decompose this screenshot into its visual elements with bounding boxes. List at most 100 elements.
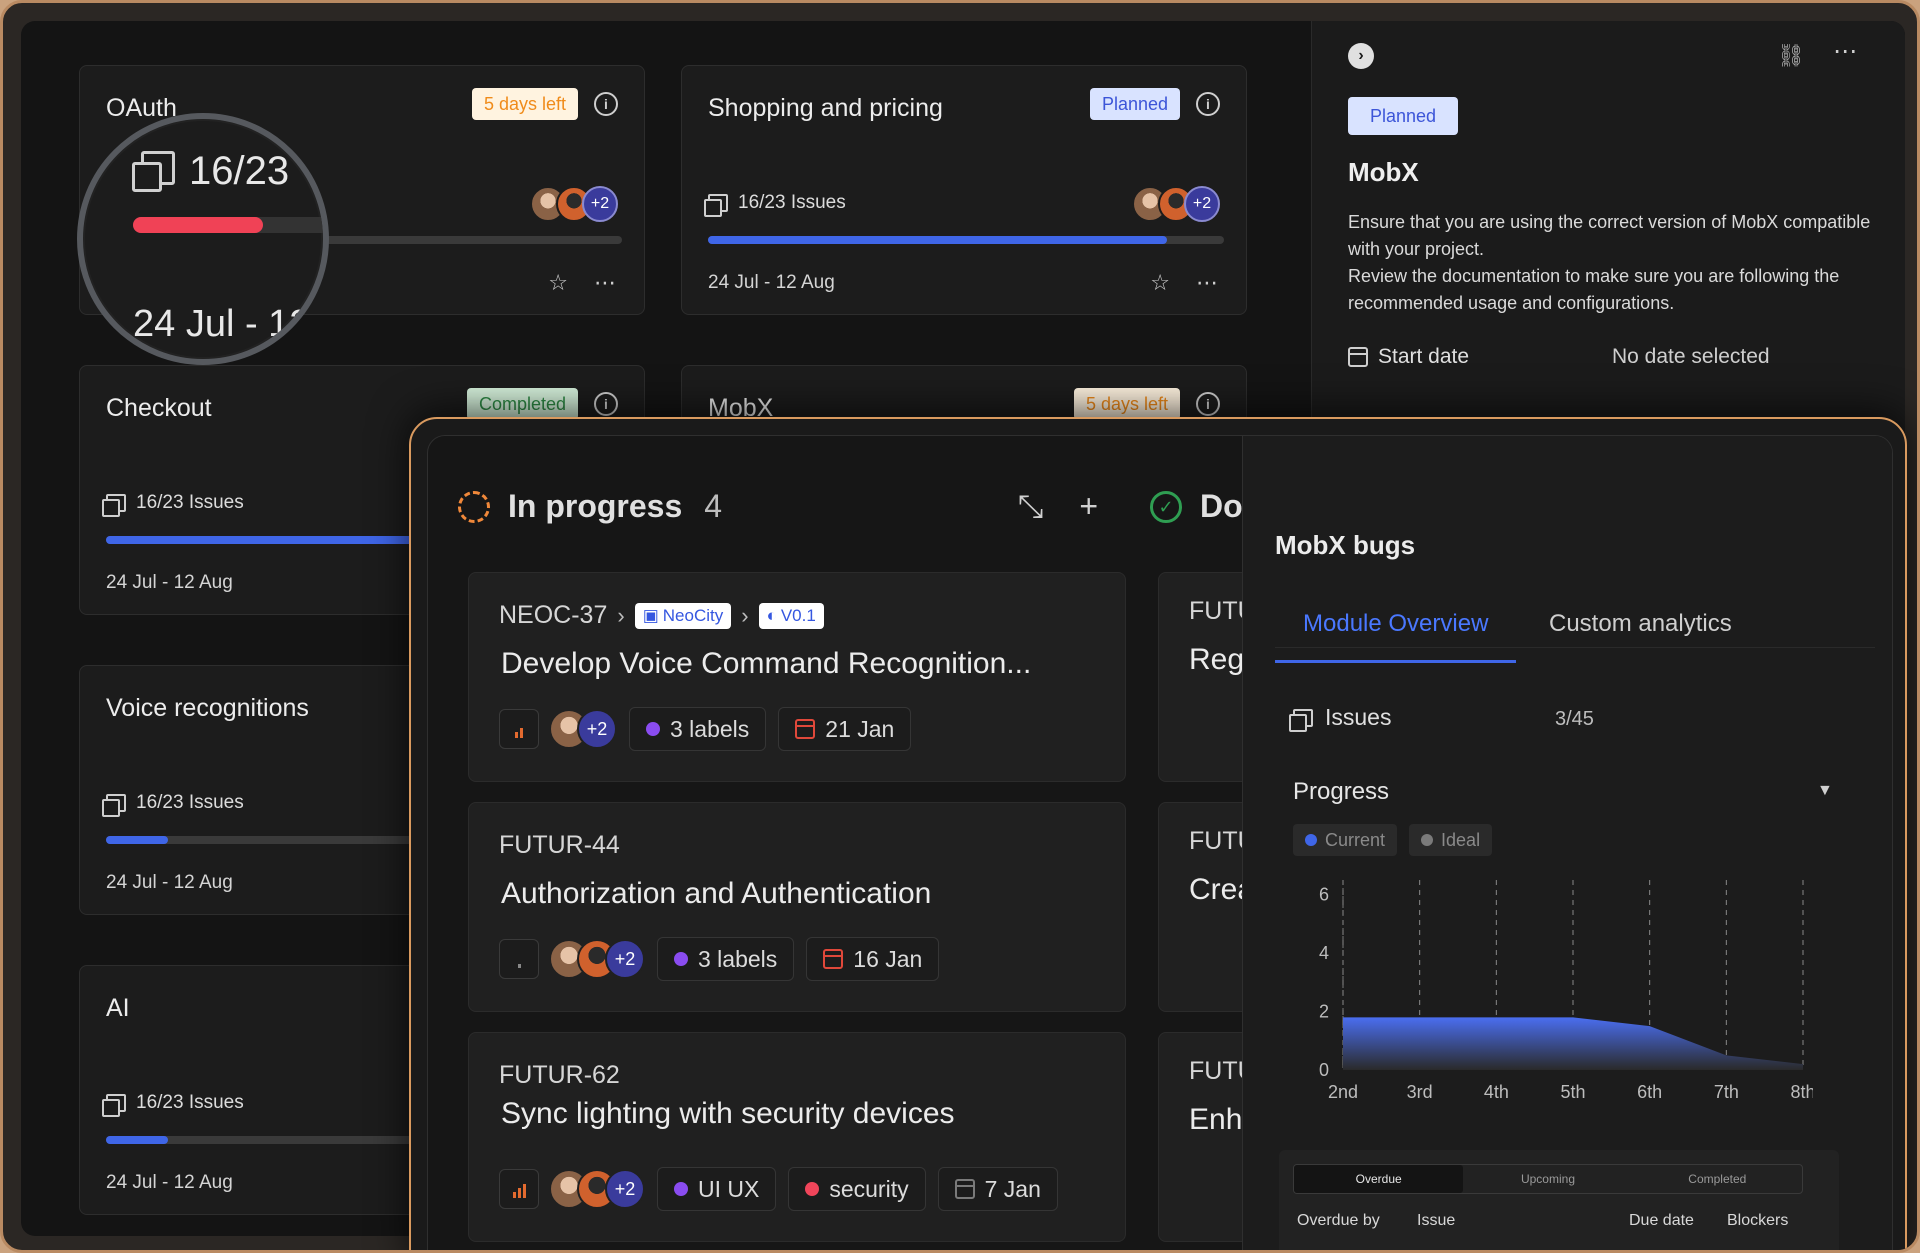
magnifier-lens: 16/23 24 Jul - 12 (77, 113, 329, 365)
progress-bar (708, 236, 1224, 244)
project-chip[interactable]: ▣ NeoCity (634, 602, 732, 629)
info-icon[interactable]: i (594, 392, 618, 416)
issues-icon (102, 494, 126, 517)
legend-dot (1305, 834, 1317, 846)
module-card-shopping[interactable]: Shopping and pricing Planned i 16/23 Iss… (681, 65, 1247, 315)
column-header: Overdue by (1297, 1212, 1380, 1229)
due-date-pill[interactable]: 16 Jan (806, 937, 940, 981)
label-text: security (829, 1175, 909, 1202)
legend-dot (1421, 834, 1434, 846)
issue-card[interactable]: NEOC-37 › ▣ NeoCity › ◐ V0.1 Develop Voice… (468, 572, 1126, 782)
card-title: Voice recognitions (106, 694, 309, 722)
tab-upcoming[interactable]: Upcoming (1463, 1165, 1632, 1193)
more-icon[interactable]: ⋯ (1833, 37, 1859, 66)
status-badge: Completed (466, 388, 578, 420)
legend-ideal[interactable]: Ideal (1409, 824, 1493, 856)
description-line: Ensure that you are using the correct ve… (1348, 212, 1871, 259)
avatar-group[interactable]: +2 (549, 709, 617, 749)
progress-chart: 2nd 3rd 4th 5th 6th 7th 8th 0 2 4 6 (1319, 880, 1813, 1102)
start-date-row[interactable]: Start date No date selected (1348, 345, 1770, 369)
issues-row: Issues (1289, 704, 1392, 732)
label-dot (805, 1182, 820, 1196)
tab-module-overview[interactable]: Module Overview (1274, 610, 1517, 663)
issues-value: 3/45 (1555, 708, 1594, 730)
collapse-icon[interactable]: ⤡ (1018, 488, 1044, 526)
date-range: 24 Jul - 12 Aug (106, 572, 233, 593)
priority-icon[interactable] (499, 939, 539, 979)
column-count: 4 (704, 488, 723, 524)
date-range: 24 Jul - 12 Aug (106, 872, 233, 893)
issues-icon (704, 194, 728, 217)
status-badge: 5 days left (1073, 388, 1180, 420)
labels-pill[interactable]: 3 labels (629, 707, 767, 751)
issues-table-card: Overdue Upcoming Completed Overdue by Is… (1279, 1150, 1839, 1250)
x-tick-label: 7th (1714, 1082, 1739, 1102)
issue-id-row: NEOC-37 › ▣ NeoCity › ◐ V0.1 (499, 601, 824, 630)
priority-icon[interactable] (499, 1169, 539, 1209)
tab-completed[interactable]: Completed (1633, 1165, 1802, 1193)
x-tick-label: 4th (1484, 1082, 1509, 1102)
calendar-icon (1348, 347, 1368, 367)
progress-fill (133, 217, 263, 233)
table-tabs: Overdue Upcoming Completed (1293, 1164, 1803, 1194)
labels-pill[interactable]: 3 labels (657, 937, 795, 981)
more-icon[interactable]: ⋯ (594, 270, 616, 296)
column-header: Blockers (1727, 1212, 1789, 1229)
star-icon[interactable]: ☆ (1150, 270, 1170, 296)
issue-id: FUTUR-62 (499, 1061, 620, 1089)
calendar-icon (795, 719, 816, 739)
legend-current[interactable]: Current (1293, 824, 1398, 856)
y-tick-label: 2 (1319, 1002, 1329, 1022)
progress-fill (106, 836, 168, 844)
column-header: Issue (1417, 1212, 1456, 1229)
issues-label: Issues (1325, 704, 1392, 730)
more-icon[interactable]: ⋯ (1196, 270, 1218, 296)
chart-legend: Current Ideal (1293, 824, 1493, 856)
label-dot (674, 952, 688, 966)
due-date-pill[interactable]: 7 Jan (937, 1167, 1058, 1211)
column-header: Due date (1629, 1212, 1694, 1229)
issue-card[interactable]: FUTUR-44 Authorization and Authenticatio… (468, 802, 1126, 1012)
due-date-text: 7 Jan (984, 1175, 1041, 1202)
issues-icon (102, 1094, 126, 1117)
info-icon[interactable]: i (1196, 92, 1220, 116)
caret-down-icon[interactable]: ▼ (1817, 782, 1833, 800)
status-badge: Planned (1089, 88, 1180, 120)
info-icon[interactable]: i (594, 92, 618, 116)
x-tick-label: 8th (1790, 1082, 1813, 1102)
link-icon[interactable]: ⛓ (1777, 43, 1805, 69)
x-tick-label: 3rd (1407, 1082, 1433, 1102)
avatar-group[interactable]: +2 (549, 939, 645, 979)
card-title: AI (106, 994, 130, 1022)
card-title: Shopping and pricing (708, 94, 943, 122)
due-date-text: 21 Jan (825, 715, 895, 742)
version-chip[interactable]: ◐ V0.1 (758, 602, 824, 629)
avatar-more: +2 (582, 186, 618, 222)
status-badge: 5 days left (471, 88, 578, 120)
issue-title: Sync lighting with security devices (501, 1097, 955, 1130)
issue-meta: +2 3 labels 21 Jan (499, 707, 912, 751)
magnified-progress-bar (133, 217, 323, 233)
column-title: In progress (508, 488, 683, 524)
chevron-right-icon[interactable]: › (1348, 43, 1374, 69)
avatar-more: +2 (605, 1169, 645, 1209)
issue-title: Authorization and Authentication (501, 877, 932, 910)
add-icon[interactable]: + (1079, 488, 1098, 526)
label-pill[interactable]: security (788, 1167, 926, 1211)
tab-overdue[interactable]: Overdue (1294, 1165, 1464, 1193)
issue-card[interactable]: FUTUR-62 Sync lighting with security dev… (468, 1032, 1126, 1242)
star-icon[interactable]: ☆ (548, 270, 568, 296)
label-text: UI UX (698, 1175, 760, 1202)
progress-fill (106, 536, 442, 544)
due-date-pill[interactable]: 21 Jan (778, 707, 912, 751)
analytics-title: MobX bugs (1275, 530, 1416, 560)
issues-label: 16/23 Issues (738, 192, 846, 213)
priority-icon[interactable] (499, 709, 539, 749)
label-pill[interactable]: UI UX (657, 1167, 777, 1211)
info-icon[interactable]: i (1196, 392, 1220, 416)
avatar-group[interactable]: +2 (549, 1169, 645, 1209)
issues-count: 16/23 Issues (102, 492, 244, 517)
tab-custom-analytics[interactable]: Custom analytics (1549, 610, 1732, 638)
version-label: V0.1 (780, 605, 816, 625)
issue-meta: +2 3 labels 16 Jan (499, 937, 940, 981)
